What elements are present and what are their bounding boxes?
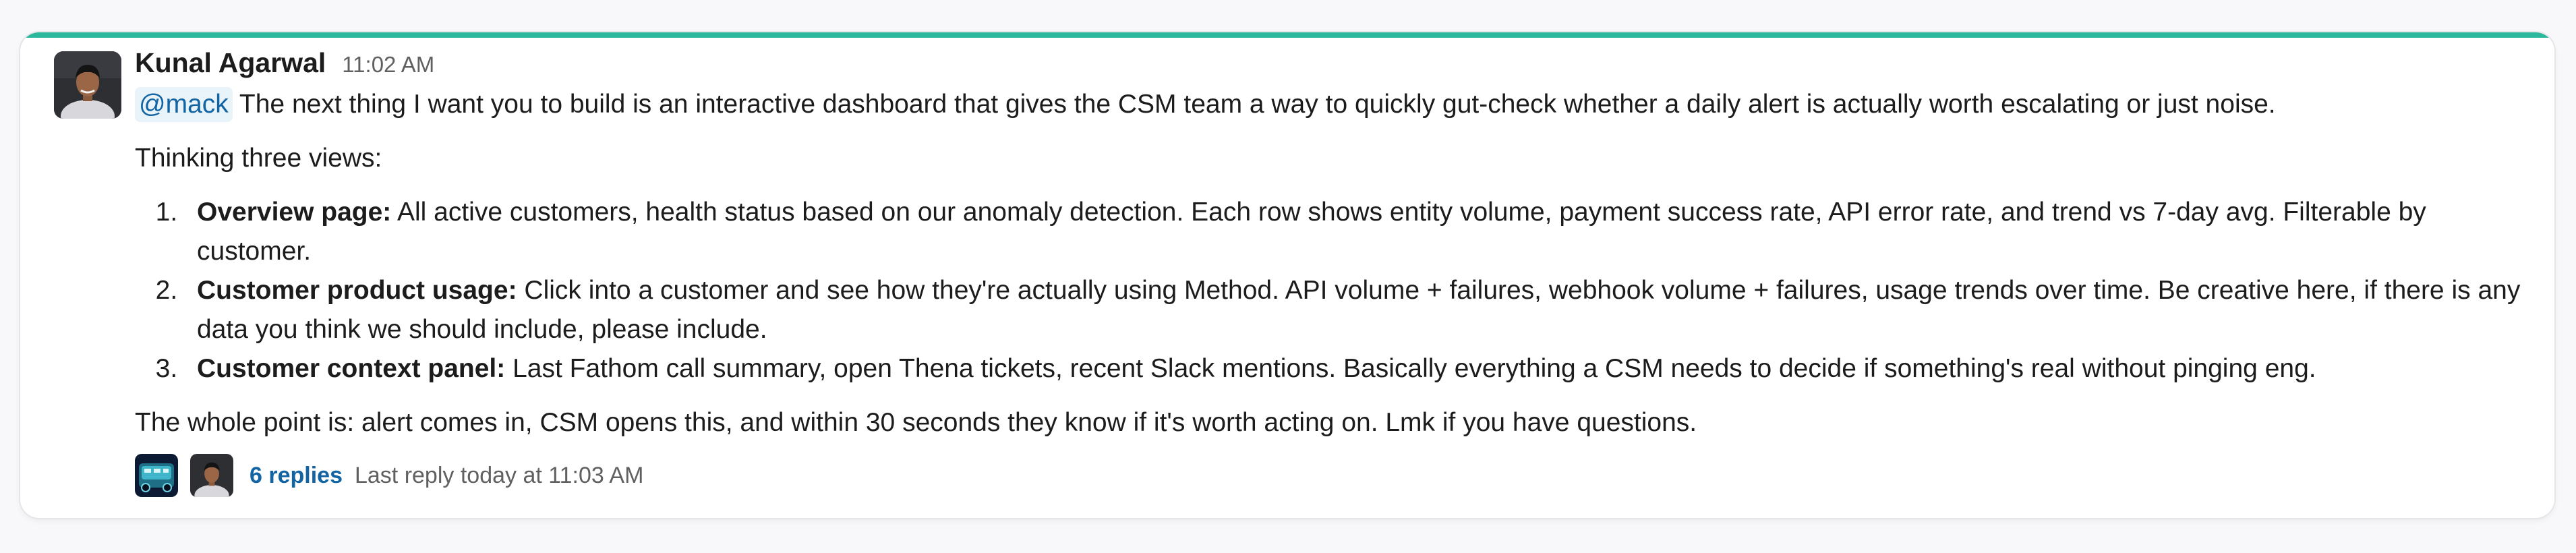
list-item: Overview page: All active customers, hea… [185,193,2527,271]
author-name[interactable]: Kunal Agarwal [135,47,326,79]
view-text: Click into a customer and see how they'r… [197,276,2521,344]
intro-text: The next thing I want you to build is an… [232,90,2276,119]
reply-count-link[interactable]: 6 replies [250,463,343,489]
user-portrait-icon [54,51,121,119]
thread-summary[interactable]: 6 replies Last reply today at 11:03 AM [135,452,2527,499]
message-subheading: Thinking three views: [135,144,382,173]
message-timestamp[interactable]: 11:02 AM [342,52,434,78]
message-card: Kunal Agarwal 11:02 AM @mack The next th… [20,32,2554,518]
list-item: Customer product usage: Click into a cus… [185,271,2527,349]
user-avatar[interactable] [190,454,233,497]
message-closing: The whole point is: alert comes in, CSM … [135,408,1697,437]
view-text: All active customers, health status base… [197,198,2426,266]
view-title: Customer context panel: [197,354,506,383]
message-header: Kunal Agarwal 11:02 AM [135,47,2527,85]
message-intro: @mack The next thing I want you to build… [135,85,2527,124]
highlight-bar [20,32,2554,38]
bot-avatar-icon[interactable] [135,454,178,497]
avatar[interactable] [54,51,121,119]
user-mention[interactable]: @mack [135,87,233,122]
view-title: Overview page: [197,198,392,227]
views-list: Overview page: All active customers, hea… [135,193,2527,388]
list-item: Customer context panel: Last Fathom call… [185,349,2527,388]
last-reply-time: Last reply today at 11:03 AM [354,462,644,488]
message-content: Kunal Agarwal 11:02 AM @mack The next th… [135,47,2527,499]
view-text: Last Fathom call summary, open Thena tic… [505,354,2316,383]
view-title: Customer product usage: [197,276,517,305]
